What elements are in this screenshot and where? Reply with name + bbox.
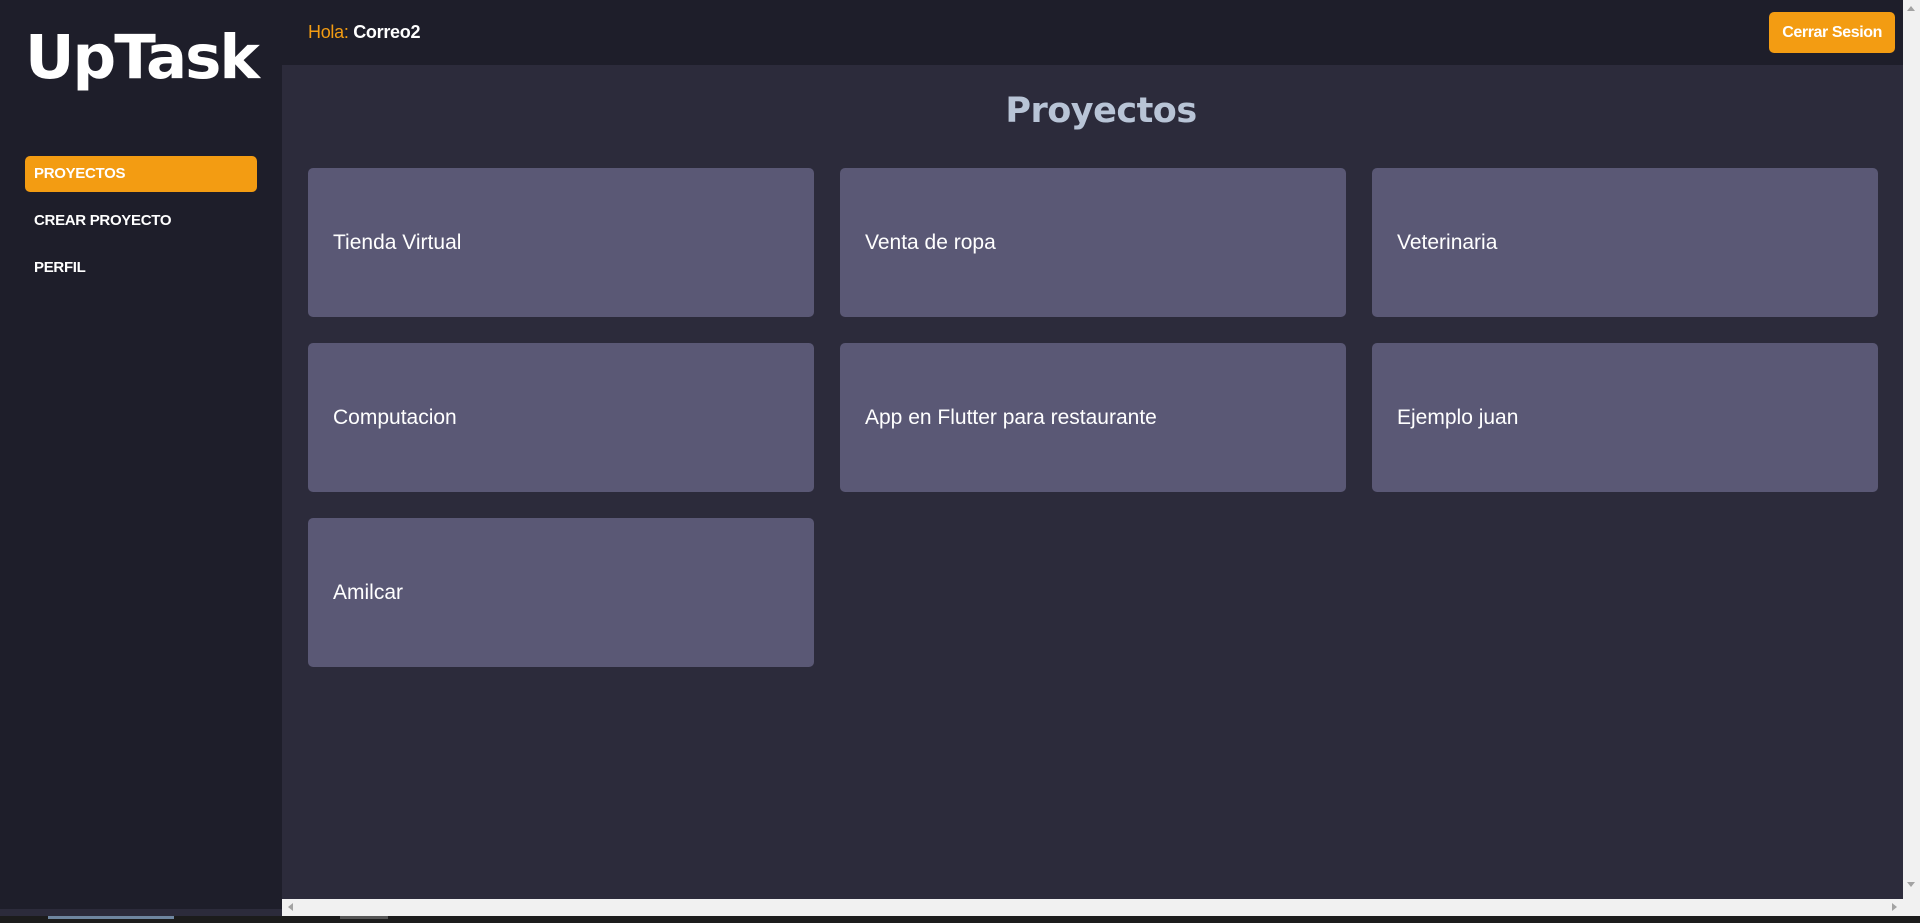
project-card[interactable]: App en Flutter para restaurante xyxy=(840,343,1346,492)
project-name: Venta de ropa xyxy=(865,230,996,254)
project-card[interactable]: Computacion xyxy=(308,343,814,492)
sidebar-item-crear-proyecto[interactable]: CREAR PROYECTO xyxy=(25,203,257,239)
logout-button[interactable]: Cerrar Sesion xyxy=(1769,12,1895,53)
main-content: Hola: Correo2 Cerrar Sesion Proyectos Ti… xyxy=(282,0,1920,909)
taskbar-item[interactable] xyxy=(340,916,388,919)
scroll-down-arrow-icon[interactable] xyxy=(1907,882,1915,887)
project-name: Computacion xyxy=(333,405,457,429)
taskbar-item[interactable] xyxy=(48,916,174,919)
scroll-up-arrow-icon[interactable] xyxy=(1907,6,1915,11)
app-logo: UpTask xyxy=(25,22,260,93)
page-title: Proyectos xyxy=(1005,91,1197,131)
scroll-right-arrow-icon[interactable] xyxy=(1892,903,1897,911)
username: Correo2 xyxy=(353,22,421,42)
project-card[interactable]: Venta de ropa xyxy=(840,168,1346,317)
project-card[interactable]: Amilcar xyxy=(308,518,814,667)
sidebar-item-perfil[interactable]: PERFIL xyxy=(25,250,257,286)
project-name: Amilcar xyxy=(333,580,404,604)
projects-grid: Tienda Virtual Venta de ropa Veterinaria… xyxy=(308,168,1878,667)
sidebar: UpTask PROYECTOS CREAR PROYECTO PERFIL xyxy=(0,0,282,909)
horizontal-scrollbar[interactable] xyxy=(282,899,1920,916)
project-name: Tienda Virtual xyxy=(333,230,462,254)
project-card[interactable]: Ejemplo juan xyxy=(1372,343,1878,492)
app-root: UpTask PROYECTOS CREAR PROYECTO PERFIL H… xyxy=(0,0,1920,909)
top-bar: Hola: Correo2 Cerrar Sesion xyxy=(282,0,1920,65)
project-name: Ejemplo juan xyxy=(1397,405,1519,429)
project-card[interactable]: Tienda Virtual xyxy=(308,168,814,317)
vertical-scrollbar[interactable] xyxy=(1903,0,1920,909)
sidebar-item-proyectos[interactable]: PROYECTOS xyxy=(25,156,257,192)
project-card[interactable]: Veterinaria xyxy=(1372,168,1878,317)
os-taskbar xyxy=(0,916,1920,923)
scroll-left-arrow-icon[interactable] xyxy=(288,903,293,911)
greeting-prefix: Hola: xyxy=(308,22,349,42)
project-name: Veterinaria xyxy=(1397,230,1498,254)
greeting: Hola: Correo2 xyxy=(308,22,420,43)
project-name: App en Flutter para restaurante xyxy=(865,405,1157,429)
sidebar-nav: PROYECTOS CREAR PROYECTO PERFIL xyxy=(25,156,257,297)
